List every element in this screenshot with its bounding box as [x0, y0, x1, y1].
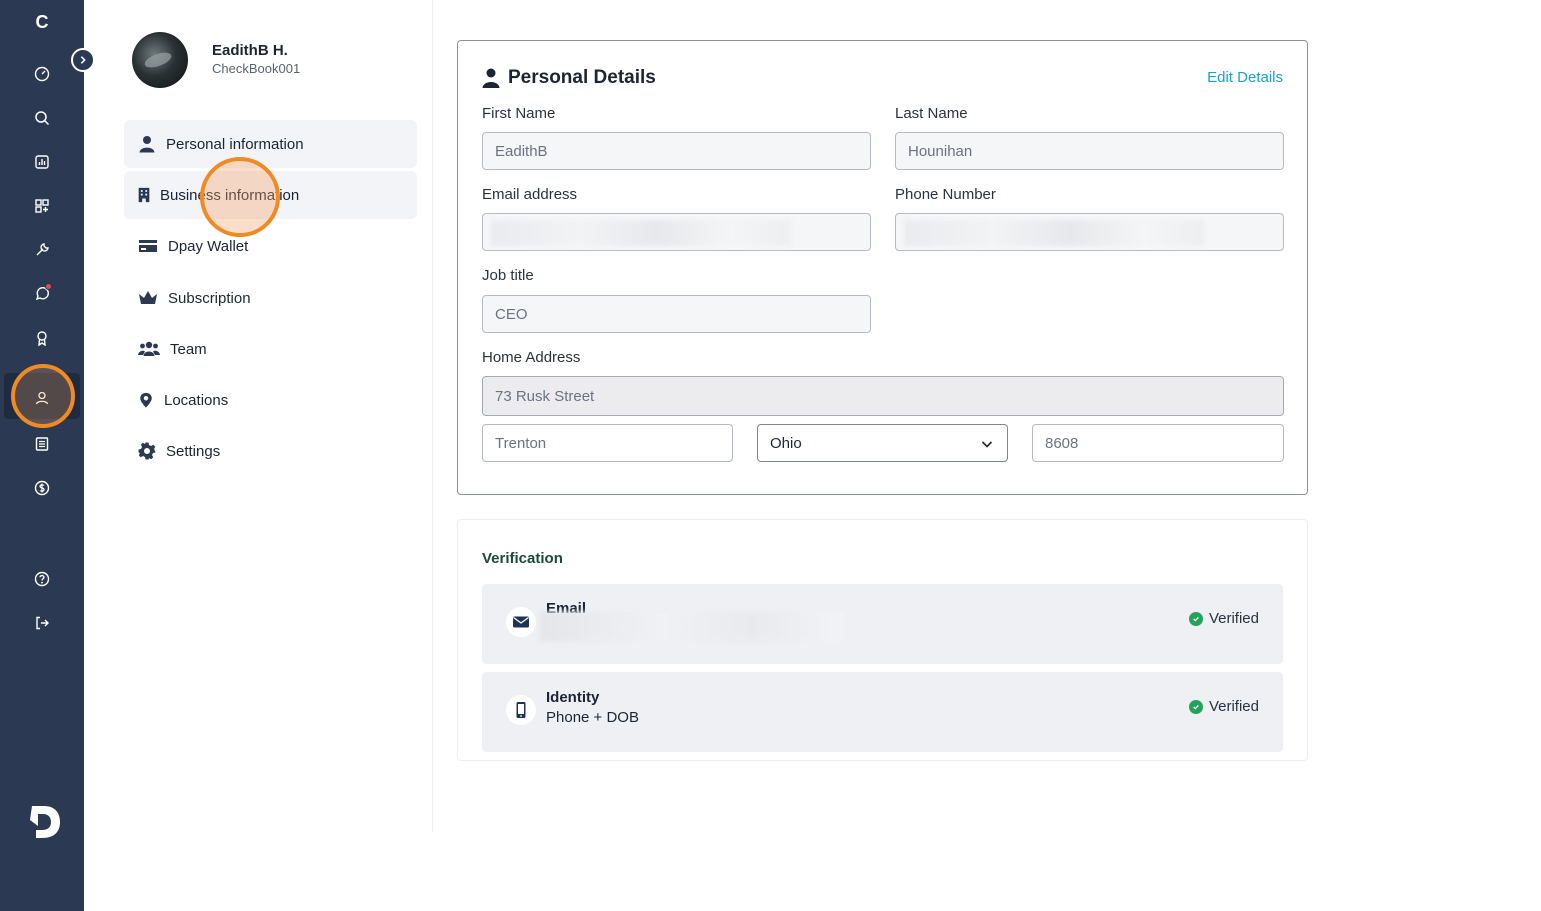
email-verification-row: Email Verified [482, 584, 1283, 664]
notification-dot [45, 283, 52, 290]
personal-details-title: Personal Details [482, 67, 656, 89]
menu-item-settings[interactable]: Settings [124, 427, 417, 475]
phone-icon [506, 695, 536, 725]
person-icon [482, 68, 500, 88]
job-title-field[interactable]: CEO [482, 295, 871, 333]
award-icon[interactable] [29, 325, 55, 351]
crown-icon [139, 291, 157, 304]
personal-details-card: Personal Details Edit Details First Name… [457, 40, 1308, 495]
company-logo-icon [30, 806, 60, 838]
card-title-text: Personal Details [508, 67, 656, 88]
location-pin-icon [140, 392, 152, 408]
user-handle: CheckBook001 [212, 61, 301, 76]
identity-verification-sub: Phone + DOB [546, 709, 639, 726]
status-text: Verified [1208, 698, 1259, 715]
first-name-value: EadithB [495, 142, 548, 160]
menu-item-label: Subscription [168, 289, 251, 307]
avatar [132, 32, 188, 88]
redacted-verified-email [540, 612, 844, 642]
street-value: 73 Rusk Street [495, 387, 595, 405]
click-highlight-ring [11, 364, 75, 428]
user-name: EadithB H. [212, 42, 288, 59]
identity-verified-status: Verified [1188, 698, 1259, 715]
last-name-field[interactable]: Hounihan [895, 132, 1284, 170]
state-select[interactable]: Ohio [757, 424, 1008, 462]
person-icon [139, 136, 155, 153]
ledger-icon[interactable] [29, 431, 55, 457]
job-title-value: CEO [495, 305, 528, 323]
team-icon [138, 341, 160, 356]
redacted-email [491, 220, 791, 246]
logout-icon[interactable] [29, 610, 55, 636]
zip-field[interactable]: 8608 [1032, 424, 1284, 462]
dollar-icon[interactable] [29, 475, 55, 501]
edit-details-link[interactable]: Edit Details [1207, 69, 1283, 86]
gear-icon [138, 442, 156, 460]
verification-title: Verification [482, 550, 563, 567]
zip-value: 8608 [1045, 434, 1079, 452]
brand-letter: C [35, 12, 49, 32]
apps-icon[interactable] [29, 193, 55, 219]
menu-item-label: Dpay Wallet [168, 237, 249, 255]
first-name-label: First Name [482, 105, 556, 122]
building-icon [138, 187, 150, 203]
email-label: Email address [482, 186, 578, 203]
state-value: Ohio [770, 434, 802, 452]
menu-item-label: Settings [166, 442, 221, 460]
street-field[interactable]: 73 Rusk Street [482, 376, 1284, 416]
menu-item-team[interactable]: Team [124, 325, 417, 373]
search-icon[interactable] [29, 105, 55, 131]
menu-item-locations[interactable]: Locations [124, 376, 417, 424]
phone-field[interactable] [895, 213, 1284, 251]
home-address-label: Home Address [482, 349, 581, 366]
check-circle-icon [1188, 611, 1203, 626]
click-highlight-ring [200, 157, 280, 237]
identity-verification-label: Identity [546, 689, 600, 706]
dashboard-icon[interactable] [29, 61, 55, 87]
card-icon [139, 240, 157, 252]
city-value: Trenton [495, 434, 547, 452]
tools-icon[interactable] [29, 237, 55, 263]
menu-item-personal-information[interactable]: Personal information [124, 120, 417, 168]
redacted-phone [904, 220, 1204, 246]
menu-item-label: Locations [164, 391, 229, 409]
help-icon[interactable] [29, 566, 55, 592]
profile-menu-column: EadithB H. CheckBook001 Personal informa… [84, 0, 433, 832]
identity-verification-row: Identity Phone + DOB Verified [482, 672, 1283, 752]
left-rail: C [0, 0, 95, 911]
email-verified-status: Verified [1188, 610, 1259, 627]
menu-item-label: Team [170, 340, 207, 358]
city-field[interactable]: Trenton [482, 424, 733, 462]
email-field[interactable] [482, 213, 871, 251]
menu-item-dpay-wallet[interactable]: Dpay Wallet [124, 222, 417, 270]
check-circle-icon [1188, 699, 1203, 714]
job-title-label: Job title [482, 267, 534, 284]
verification-card: Verification Email Verified Identity Pho… [457, 519, 1308, 761]
menu-item-subscription[interactable]: Subscription [124, 274, 417, 322]
phone-label: Phone Number [895, 186, 996, 203]
status-text: Verified [1208, 610, 1259, 627]
menu-item-label: Personal information [166, 135, 304, 153]
envelope-icon [506, 607, 536, 637]
chevron-down-icon [981, 441, 993, 448]
first-name-field[interactable]: EadithB [482, 132, 871, 170]
last-name-label: Last Name [895, 105, 968, 122]
reports-icon[interactable] [29, 149, 55, 175]
last-name-value: Hounihan [908, 142, 973, 160]
